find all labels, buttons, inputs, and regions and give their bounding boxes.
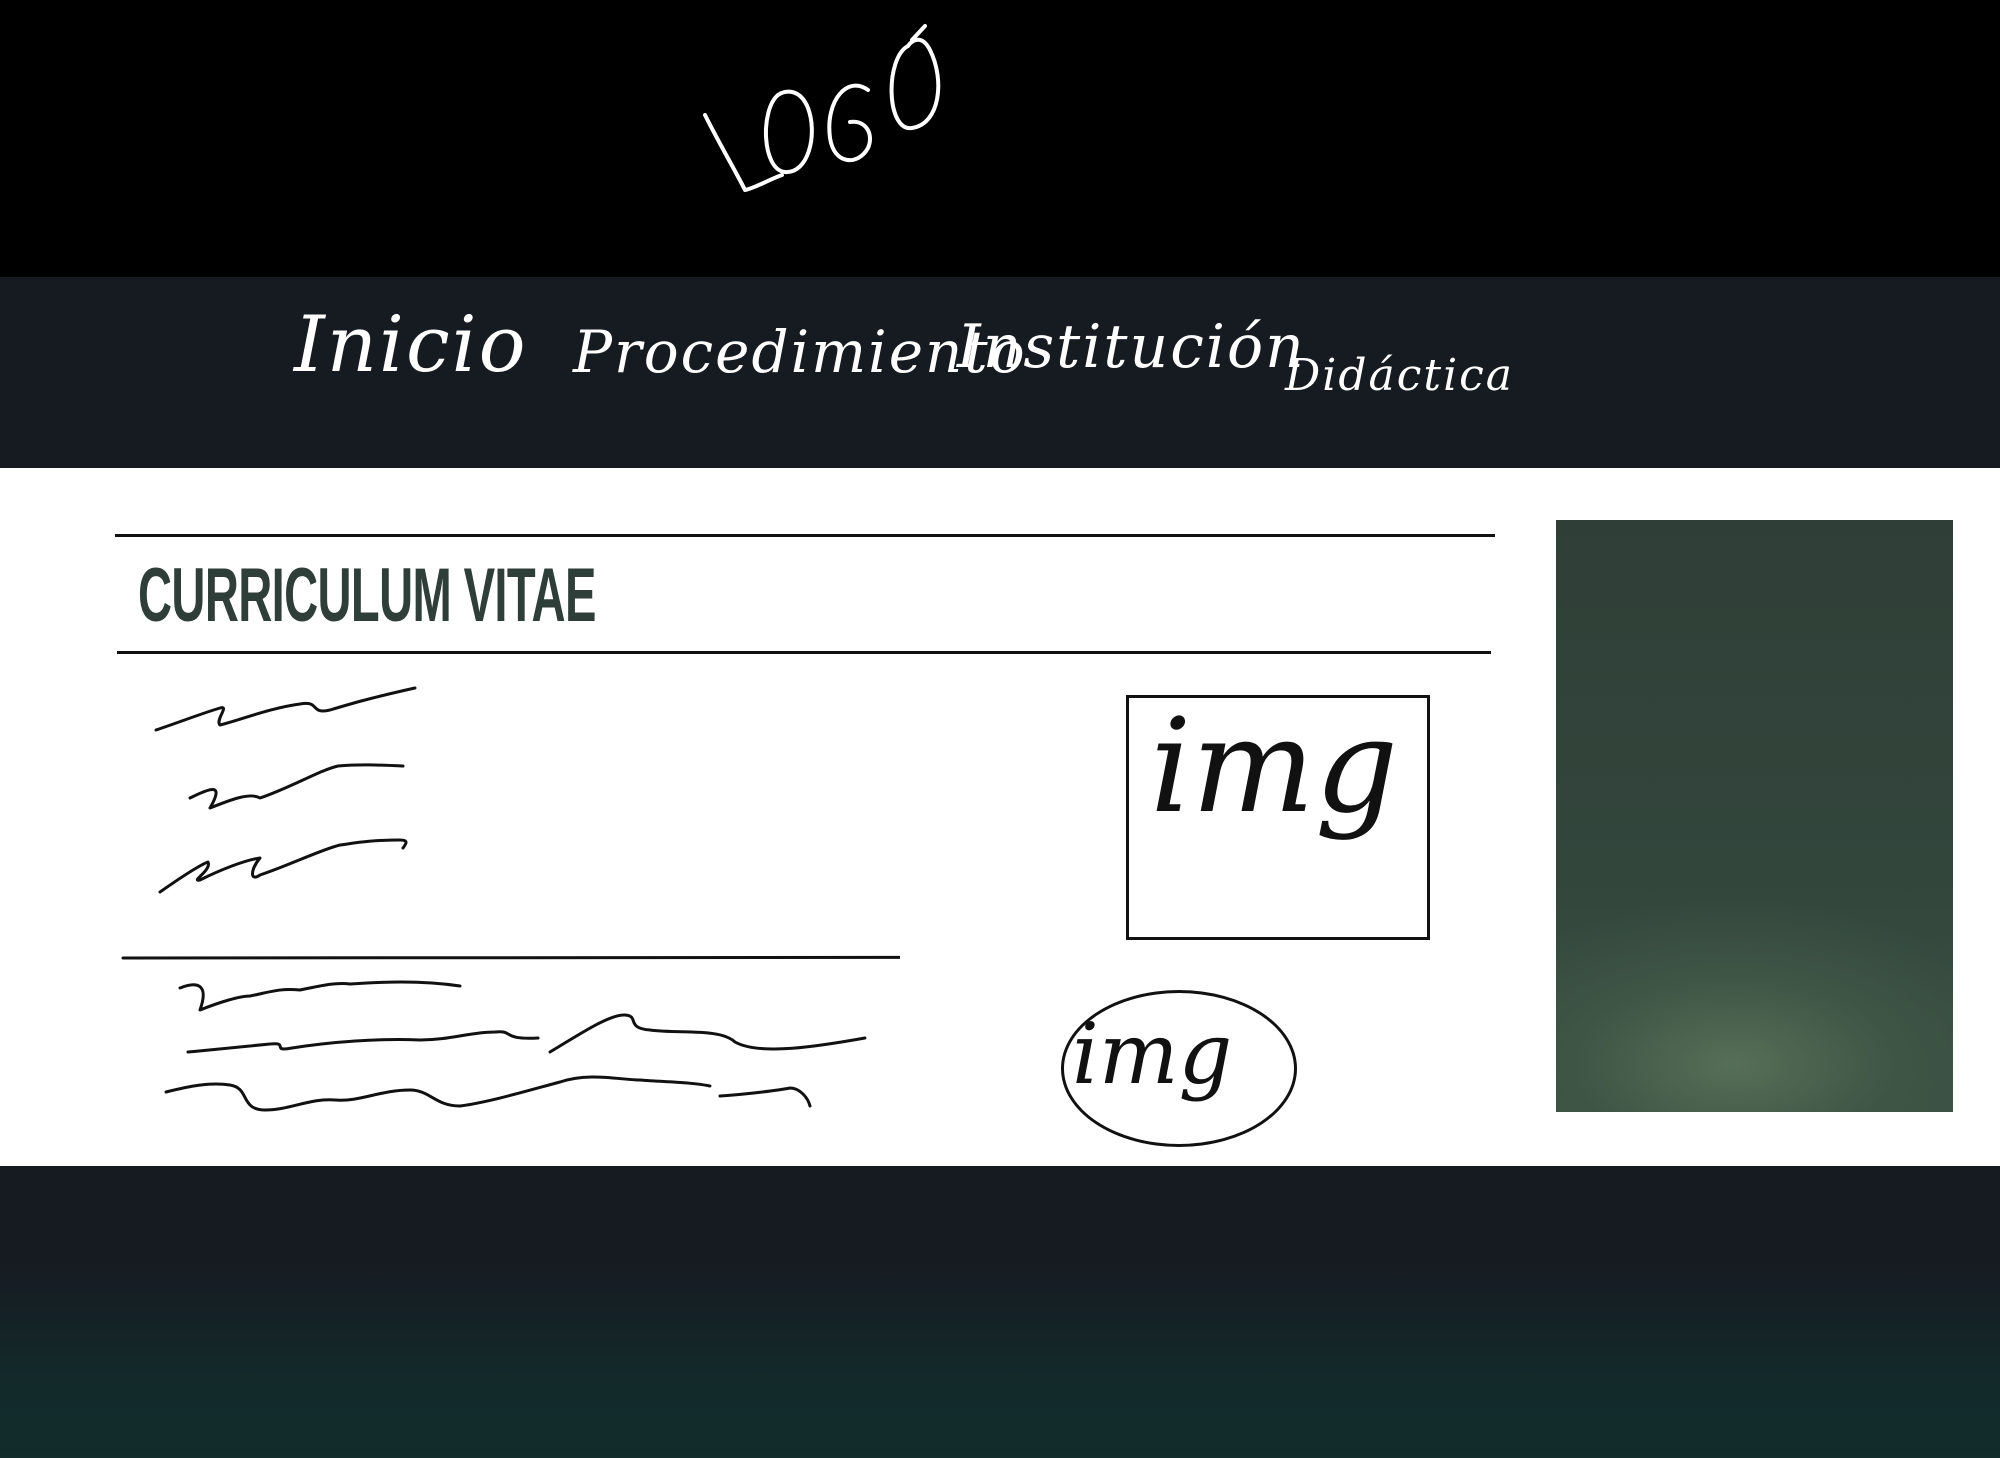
divider-title [117, 651, 1491, 654]
placeholder-text-scribbles [120, 670, 900, 1140]
logo-handwritten-image [703, 24, 941, 192]
nav-item-institucion[interactable]: Institución [957, 312, 1306, 382]
footer [0, 1166, 2000, 1458]
page-title: CURRICULUM VITAE [138, 553, 596, 638]
logo[interactable] [690, 20, 1020, 210]
image-placeholder-circle-label: img [1072, 1005, 1233, 1103]
nav-item-didactica[interactable]: Didáctica [1285, 350, 1514, 401]
side-panel-image [1556, 520, 1953, 1112]
nav-item-inicio[interactable]: Inicio [294, 300, 528, 390]
image-placeholder-label: img [1150, 690, 1399, 842]
divider-top [115, 534, 1495, 537]
